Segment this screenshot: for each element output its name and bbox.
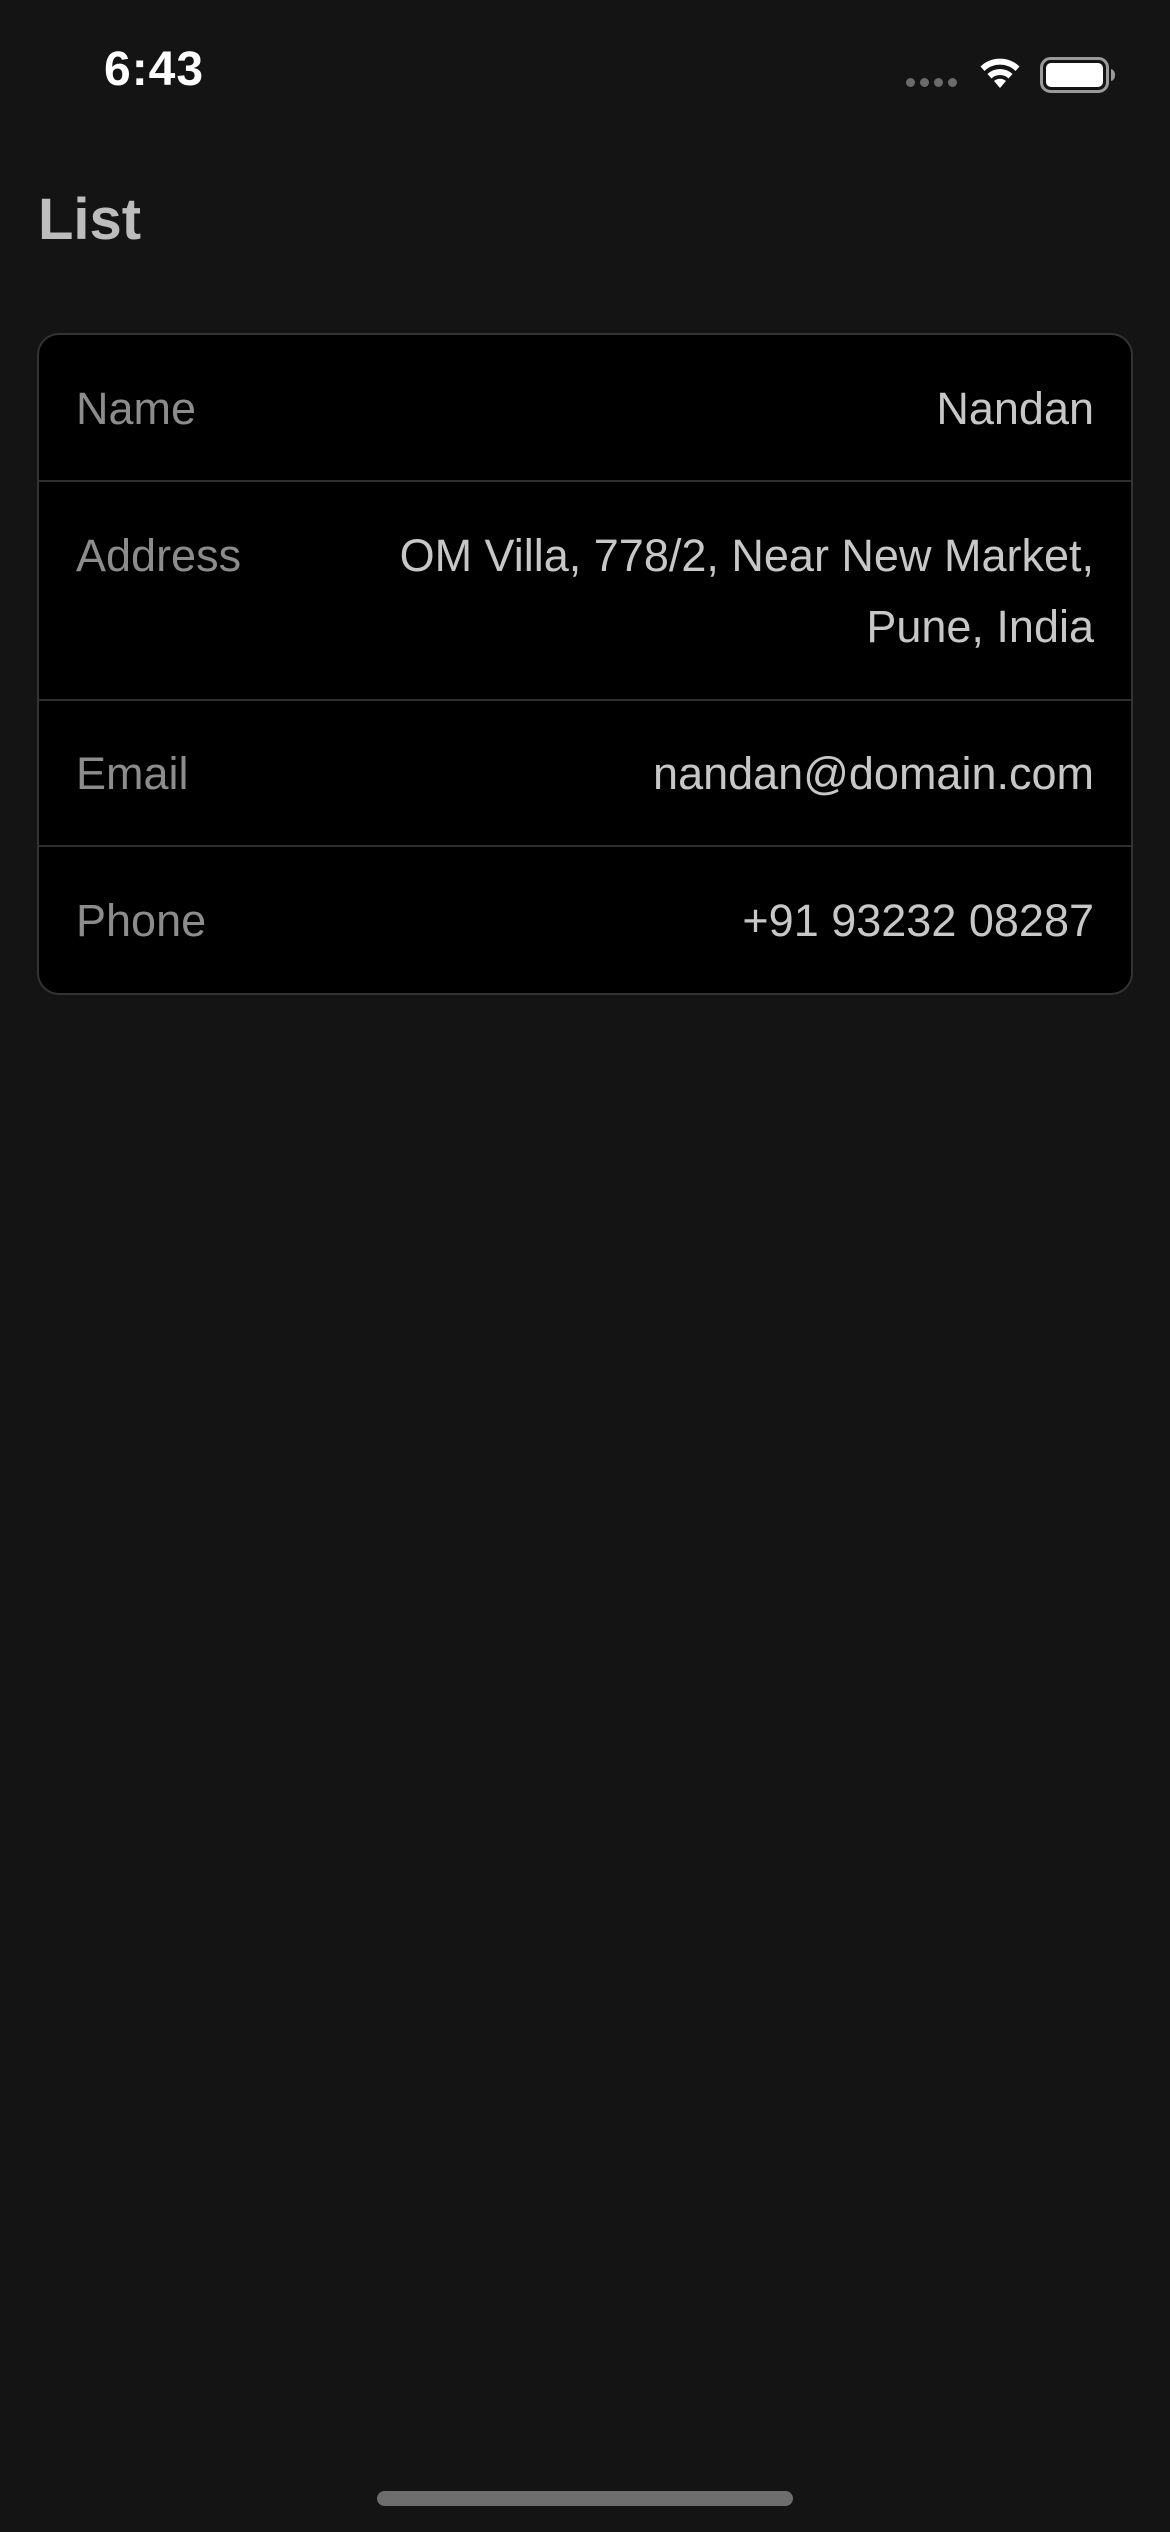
status-bar: 6:43 — [0, 0, 1170, 150]
address-value-line1: OM Villa, 778/2, Near New Market, — [399, 530, 1094, 581]
screen: 6:43 List Name Nandan Address OM Villa, … — [0, 0, 1170, 2532]
address-value: OM Villa, 778/2, Near New Market, Pune, … — [294, 520, 1094, 662]
address-value-line2: Pune, India — [866, 601, 1094, 652]
name-value: Nandan — [936, 383, 1094, 434]
wifi-icon — [980, 58, 1020, 88]
email-label: Email — [76, 748, 189, 799]
list-item-phone: Phone +91 93232 08287 — [39, 847, 1131, 993]
status-time: 6:43 — [104, 43, 205, 96]
email-value: nandan@domain.com — [653, 748, 1094, 799]
page-title: List — [38, 187, 142, 252]
details-card: Name Nandan Address OM Villa, 778/2, Nea… — [37, 333, 1133, 995]
home-indicator[interactable] — [377, 2491, 793, 2506]
address-label: Address — [76, 530, 242, 581]
phone-label: Phone — [76, 895, 207, 946]
signal-icon — [906, 78, 960, 90]
list-item-email: Email nandan@domain.com — [39, 701, 1131, 847]
list-item-name: Name Nandan — [39, 335, 1131, 482]
list-item-address: Address OM Villa, 778/2, Near New Market… — [39, 482, 1131, 701]
name-label: Name — [76, 383, 197, 434]
phone-value: +91 93232 08287 — [742, 895, 1094, 946]
battery-icon — [1040, 57, 1115, 93]
